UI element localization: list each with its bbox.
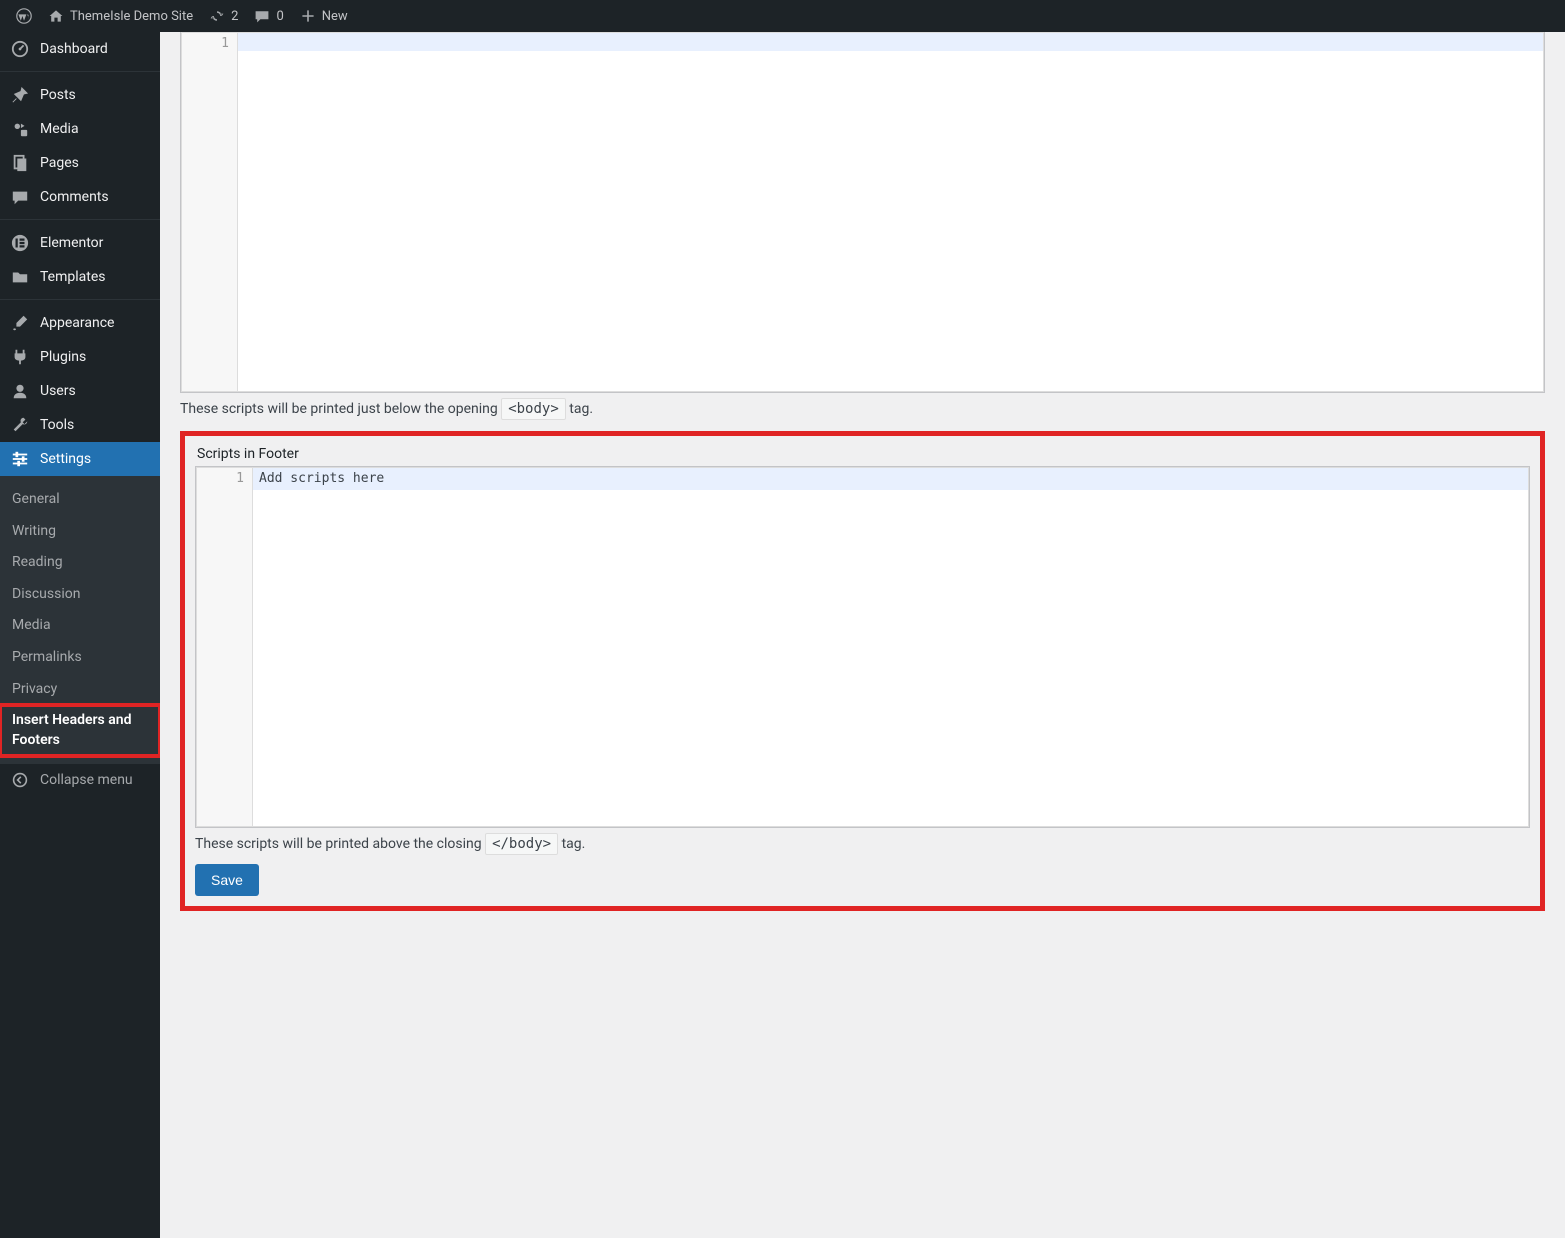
body-scripts-panel: 1 [180, 32, 1545, 393]
sidebar-item-label: Users [40, 383, 76, 399]
wrench-icon [10, 416, 30, 434]
sidebar-item-label: Appearance [40, 315, 114, 331]
site-title: ThemeIsle Demo Site [70, 9, 193, 24]
sidebar-item-label: Pages [40, 155, 79, 171]
menu-separator [0, 214, 160, 220]
site-link[interactable]: ThemeIsle Demo Site [40, 0, 201, 32]
brush-icon [10, 314, 30, 332]
home-icon [48, 8, 64, 24]
submenu-item-discussion[interactable]: Discussion [0, 579, 160, 611]
collapse-menu[interactable]: Collapse menu [0, 764, 160, 796]
editor-line[interactable] [238, 33, 1543, 51]
sliders-icon [10, 450, 30, 468]
sidebar-item-settings[interactable]: Settings [0, 442, 160, 476]
footer-scripts-label: Scripts in Footer [195, 446, 1530, 466]
updates-icon [209, 8, 225, 24]
menu-separator [0, 294, 160, 300]
submenu-item-privacy[interactable]: Privacy [0, 674, 160, 706]
comment-icon [254, 8, 270, 24]
plug-icon [10, 348, 30, 366]
submenu-item-permalinks[interactable]: Permalinks [0, 642, 160, 674]
folder-icon [10, 268, 30, 286]
sidebar-item-label: Plugins [40, 349, 86, 365]
editor-gutter: 1 [197, 468, 253, 826]
menu-separator [0, 66, 160, 72]
sidebar-item-dashboard[interactable]: Dashboard [0, 32, 160, 66]
sidebar-item-elementor[interactable]: Elementor [0, 226, 160, 260]
dashboard-icon [10, 40, 30, 58]
sidebar-item-label: Comments [40, 189, 109, 205]
body-scripts-editor[interactable]: 1 [181, 32, 1544, 392]
editor-line[interactable]: Add scripts here [253, 468, 1528, 490]
save-button[interactable]: Save [195, 864, 259, 896]
submenu-item-insert-headers-footers[interactable]: Insert Headers and Footers [0, 705, 160, 756]
editor-code-area[interactable] [238, 33, 1543, 391]
sidebar-item-tools[interactable]: Tools [0, 408, 160, 442]
editor-code-area[interactable]: Add scripts here [253, 468, 1528, 826]
user-icon [10, 382, 30, 400]
code-tag: </body> [485, 833, 558, 855]
sidebar-item-label: Dashboard [40, 41, 108, 57]
updates-link[interactable]: 2 [201, 0, 246, 32]
new-link[interactable]: New [292, 0, 356, 32]
updates-count: 2 [231, 9, 238, 24]
settings-submenu: General Writing Reading Discussion Media… [0, 476, 160, 764]
pin-icon [10, 86, 30, 104]
submenu-item-reading[interactable]: Reading [0, 547, 160, 579]
sidebar-item-media[interactable]: Media [0, 112, 160, 146]
sidebar-item-plugins[interactable]: Plugins [0, 340, 160, 374]
editor-gutter: 1 [182, 33, 238, 391]
sidebar-item-label: Tools [40, 417, 74, 433]
admin-bar: ThemeIsle Demo Site 2 0 New [0, 0, 1565, 32]
footer-scripts-description: These scripts will be printed above the … [195, 828, 1530, 852]
comments-count: 0 [276, 9, 283, 24]
content-area: 1 These scripts will be printed just bel… [160, 32, 1565, 1238]
plus-icon [300, 8, 316, 24]
submenu-item-general[interactable]: General [0, 484, 160, 516]
elementor-icon [10, 234, 30, 252]
wordpress-icon [16, 8, 32, 24]
new-label: New [322, 9, 348, 24]
submenu-item-media[interactable]: Media [0, 610, 160, 642]
sidebar-item-users[interactable]: Users [0, 374, 160, 408]
sidebar-item-comments[interactable]: Comments [0, 180, 160, 214]
wp-logo[interactable] [8, 0, 40, 32]
footer-scripts-highlight-box: Scripts in Footer 1 Add scripts here The… [180, 431, 1545, 911]
sidebar-item-posts[interactable]: Posts [0, 78, 160, 112]
sidebar-item-label: Posts [40, 87, 76, 103]
sidebar-item-label: Elementor [40, 235, 103, 251]
body-scripts-description: These scripts will be printed just below… [180, 393, 1545, 417]
admin-sidebar: Dashboard Posts Media Pages Comments Ele… [0, 32, 160, 1238]
sidebar-item-label: Templates [40, 269, 106, 285]
media-icon [10, 120, 30, 138]
sidebar-item-pages[interactable]: Pages [0, 146, 160, 180]
footer-scripts-panel: 1 Add scripts here [195, 466, 1530, 828]
sidebar-item-templates[interactable]: Templates [0, 260, 160, 294]
sidebar-item-label: Settings [40, 451, 91, 467]
pages-icon [10, 154, 30, 172]
sidebar-item-appearance[interactable]: Appearance [0, 306, 160, 340]
collapse-icon [10, 772, 30, 788]
submenu-item-writing[interactable]: Writing [0, 516, 160, 548]
comments-link[interactable]: 0 [246, 0, 291, 32]
sidebar-item-label: Media [40, 121, 79, 137]
collapse-label: Collapse menu [40, 772, 133, 788]
code-tag: <body> [501, 398, 566, 420]
footer-scripts-editor[interactable]: 1 Add scripts here [196, 467, 1529, 827]
comments-icon [10, 188, 30, 206]
